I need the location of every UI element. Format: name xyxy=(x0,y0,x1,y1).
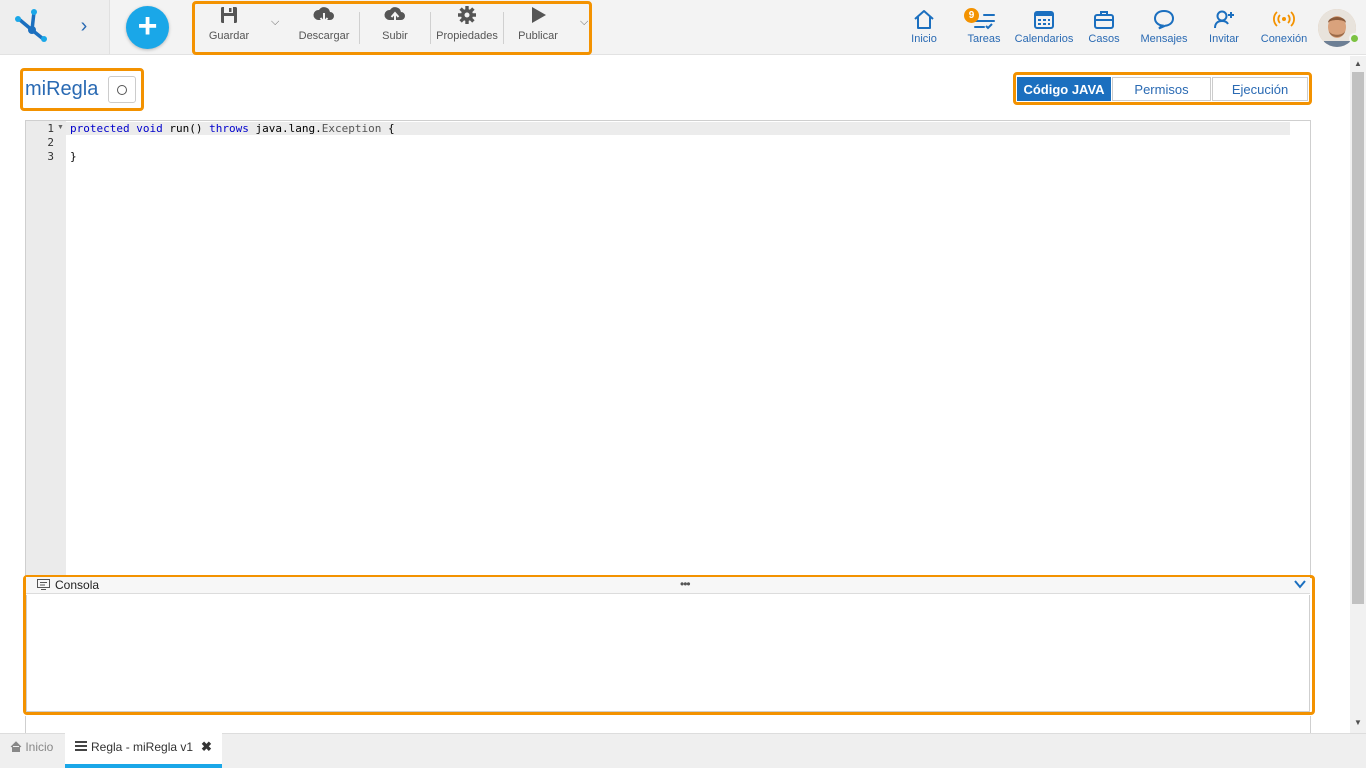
code-brace: } xyxy=(70,150,77,163)
nav-connection-label: Conexión xyxy=(1260,33,1308,45)
scrollbar-thumb[interactable] xyxy=(1352,72,1364,604)
cloud-download-icon xyxy=(313,7,334,24)
upload-label: Subir xyxy=(382,30,408,42)
code-editor[interactable]: 1 ▼ 2 3 protected void run() throws java… xyxy=(25,120,1311,576)
console-icon xyxy=(37,579,50,590)
calendar-icon xyxy=(1034,11,1054,29)
bottom-tab-home[interactable]: Inicio xyxy=(10,740,53,754)
app-logo-icon[interactable] xyxy=(12,8,52,44)
tab-permissions[interactable]: Permisos xyxy=(1112,77,1211,101)
gear-icon xyxy=(458,6,476,24)
code-class: Exception xyxy=(321,122,382,135)
tab-java-code[interactable]: Código JAVA xyxy=(1017,77,1111,101)
console-resize-handle[interactable]: ••• xyxy=(680,577,691,591)
properties-label: Propiedades xyxy=(436,30,498,42)
console-header xyxy=(26,577,1310,594)
home-icon xyxy=(914,10,934,29)
publish-options-chevron-down-icon[interactable]: ⌵ xyxy=(580,16,588,29)
nav-messages[interactable]: Mensajes xyxy=(1138,8,1190,48)
toolbar-divider xyxy=(430,12,431,44)
connection-signal-icon xyxy=(1273,11,1295,27)
editor-footer xyxy=(25,716,1311,733)
expand-menu-chevron-icon[interactable]: › xyxy=(74,14,94,38)
nav-cases-label: Casos xyxy=(1088,33,1120,45)
code-keyword: void xyxy=(136,122,163,135)
code-line-1: protected void run() throws java.lang.Ex… xyxy=(70,122,395,135)
publish-label: Publicar xyxy=(518,30,558,42)
save-options-chevron-down-icon[interactable]: ⌵ xyxy=(271,16,279,29)
state-toggle-button[interactable] xyxy=(108,76,136,103)
line-number: 1 xyxy=(47,122,54,135)
scroll-up-arrow-icon[interactable]: ▲ xyxy=(1352,59,1364,69)
list-icon xyxy=(75,741,87,751)
tab-execution[interactable]: Ejecución xyxy=(1212,77,1308,101)
fold-arrow-icon[interactable]: ▼ xyxy=(57,124,64,131)
home-icon xyxy=(10,741,22,752)
code-brace: { xyxy=(387,122,395,135)
nav-invite-label: Invitar xyxy=(1209,33,1239,45)
add-button[interactable]: + xyxy=(126,6,169,49)
code-method: run() xyxy=(169,122,203,135)
page-title: miRegla xyxy=(25,78,99,100)
nav-calendars[interactable]: Calendarios xyxy=(1014,8,1074,48)
bottom-tab-home-label: Inicio xyxy=(25,740,54,754)
download-label: Descargar xyxy=(298,30,350,42)
nav-messages-label: Mensajes xyxy=(1140,33,1188,45)
code-line-3: } xyxy=(70,150,77,163)
toolbar-divider xyxy=(359,12,360,44)
add-user-icon xyxy=(1214,10,1234,29)
console-output[interactable] xyxy=(26,595,1310,712)
code-keyword: throws xyxy=(209,122,249,135)
code-keyword: protected xyxy=(70,122,130,135)
nav-connection[interactable]: Conexión xyxy=(1259,8,1309,48)
nav-invite[interactable]: Invitar xyxy=(1206,8,1242,48)
nav-home-label: Inicio xyxy=(911,33,937,45)
line-number: 2 xyxy=(47,136,54,149)
line-number-gutter xyxy=(26,121,66,575)
upload-button[interactable]: Subir xyxy=(376,4,414,46)
properties-button[interactable]: Propiedades xyxy=(435,4,499,46)
nav-tasks-label: Tareas xyxy=(967,33,1001,45)
briefcase-icon xyxy=(1094,11,1114,29)
online-status-indicator xyxy=(1349,33,1360,44)
chat-bubble-icon xyxy=(1153,9,1175,30)
publish-button[interactable]: Publicar xyxy=(515,4,561,46)
save-button[interactable]: Guardar xyxy=(206,4,252,46)
toolbar-divider xyxy=(503,12,504,44)
nav-cases[interactable]: Casos xyxy=(1086,8,1122,48)
close-tab-icon[interactable]: ✖ xyxy=(201,739,212,755)
download-button[interactable]: Descargar xyxy=(296,4,352,46)
bottom-tab-rule-label: Regla - miRegla v1 xyxy=(91,740,194,754)
cloud-upload-icon xyxy=(384,7,405,22)
play-icon xyxy=(532,7,546,23)
scroll-down-arrow-icon[interactable]: ▼ xyxy=(1352,718,1364,728)
nav-home[interactable]: Inicio xyxy=(905,8,943,48)
chevron-down-icon[interactable] xyxy=(1293,577,1307,591)
tasks-count-badge: 9 xyxy=(964,8,979,23)
save-label: Guardar xyxy=(208,30,250,42)
circle-icon xyxy=(117,85,127,95)
console-title: Consola xyxy=(55,578,100,592)
floppy-disk-icon xyxy=(221,7,237,23)
line-number: 3 xyxy=(47,150,54,163)
code-package: java.lang. xyxy=(255,122,322,135)
nav-calendars-label: Calendarios xyxy=(1014,33,1074,45)
